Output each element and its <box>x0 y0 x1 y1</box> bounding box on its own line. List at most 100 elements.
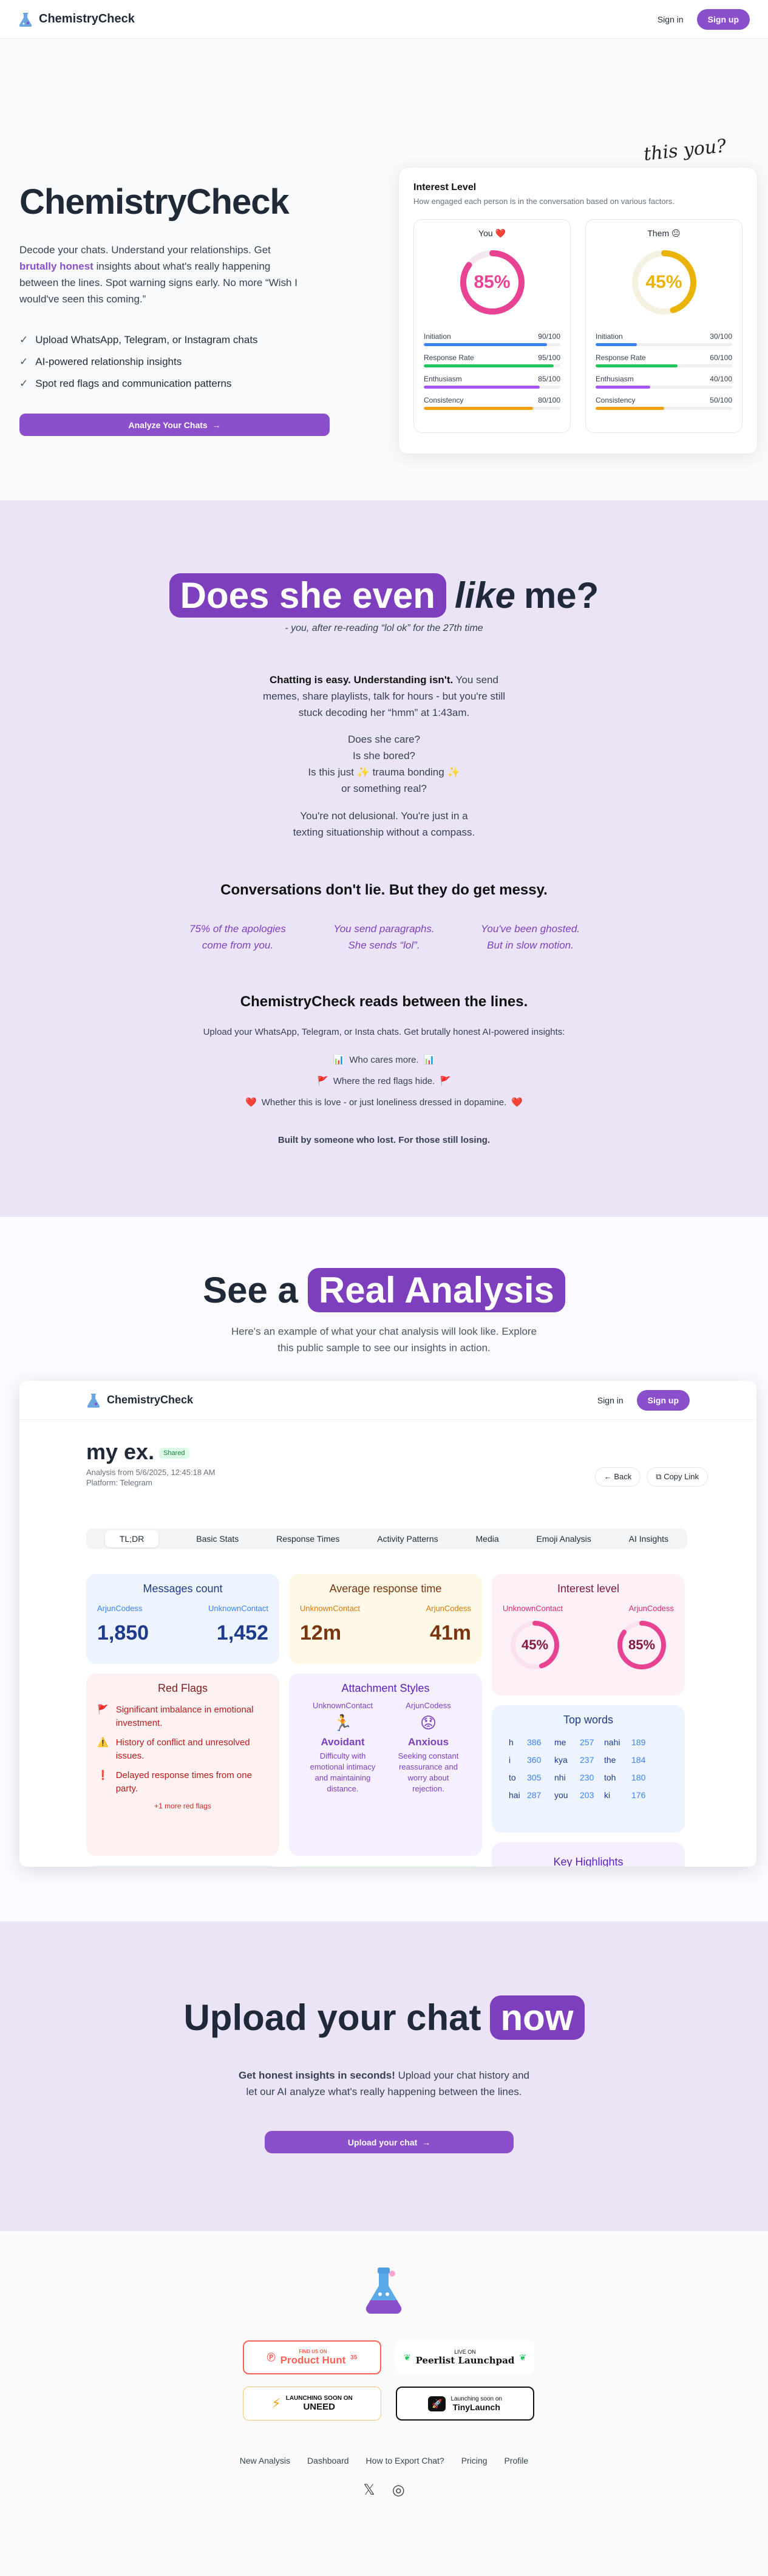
attachment-b: ArjunCodess 😟 Anxious Seeking constant r… <box>392 1701 465 1794</box>
word: kya <box>554 1755 568 1765</box>
tab-response-times[interactable]: Response Times <box>276 1534 339 1544</box>
upload-section: Upload your chat now Get honest insights … <box>0 1921 768 2231</box>
analysis-date: Analysis from 5/6/2025, 12:45:18 AM <box>86 1468 216 1477</box>
person-a-label: UnknownContact <box>503 1604 563 1613</box>
sample-browser-frame: ChemistryCheck Sign in Sign up my ex. Shar… <box>19 1381 756 1867</box>
warning-icon: ⚠️ <box>97 1737 109 1748</box>
metric-label: Consistency <box>424 396 464 404</box>
back-button[interactable]: ← Back <box>594 1467 641 1487</box>
hero-desc-part1: Decode your chats. Understand your relat… <box>19 244 271 256</box>
person-a-label: UnknownContact <box>300 1604 360 1613</box>
story-block-1: Chatting is easy. Understanding isn't. Y… <box>261 672 507 721</box>
tab-media[interactable]: Media <box>476 1534 499 1544</box>
brand[interactable]: ChemistryCheck <box>18 12 135 27</box>
word: toh <box>604 1773 616 1782</box>
signin-link[interactable]: Sign in <box>658 15 684 24</box>
heading-end: me? <box>523 575 599 616</box>
ring-percent: 85% <box>628 1637 656 1652</box>
word-count: 230 <box>580 1773 594 1782</box>
word-count: 189 <box>631 1737 646 1747</box>
heart-icon: ❤️ <box>511 1097 523 1108</box>
upload-rest: Upload your chat history and <box>395 2070 529 2081</box>
red-flag-item: ❗ Delayed response times from one party. <box>97 1769 268 1796</box>
product-hunt-badge[interactable]: Ⓟ FIND US ON Product Hunt 35 <box>243 2340 381 2374</box>
interest-person-them: Them 😐 45% Initiation 30/100 Response Rate… <box>585 219 743 433</box>
signup-button[interactable]: Sign up <box>636 1389 690 1411</box>
badge-top: FIND US ON <box>299 2348 327 2354</box>
story-closing: Built by someone who lost. For those sti… <box>277 1135 491 1145</box>
footer-link-export-chat[interactable]: How to Export Chat? <box>366 2456 444 2465</box>
signup-button[interactable]: Sign up <box>696 9 750 30</box>
analysis-title-text: my ex. <box>86 1439 155 1464</box>
upload-chat-button[interactable]: Upload your chat → <box>265 2131 514 2153</box>
tinylaunch-badge[interactable]: 🚀 Launching soon on TinyLaunch <box>396 2387 534 2421</box>
upload-chat-label: Upload your chat <box>347 2137 418 2147</box>
badge-main: TinyLaunch <box>452 2402 500 2412</box>
rocket-icon: 🚀 <box>428 2396 446 2411</box>
word: ki <box>604 1790 611 1800</box>
upload-heading-pill: now <box>489 1995 585 2040</box>
red-flag-icon: 🚩 <box>317 1076 328 1086</box>
messages-count-card: Messages count ArjunCodess UnknownContact… <box>86 1574 279 1664</box>
tab-basic-stats[interactable]: Basic Stats <box>196 1534 239 1544</box>
x-twitter-icon[interactable]: 𝕏 <box>363 2481 375 2499</box>
metric-bar <box>596 343 732 346</box>
sample-heading: See a Real Analysis <box>0 1268 768 1312</box>
copy-link-button[interactable]: ⧉ Copy Link <box>647 1467 708 1487</box>
story-quote: - you, after re-reading “lol ok” for the… <box>285 623 483 633</box>
exclamation-icon: ❗ <box>97 1770 109 1780</box>
story-line: Is she bored? <box>352 750 415 762</box>
word: me <box>554 1737 566 1747</box>
word-count: 237 <box>580 1755 594 1765</box>
attachment-styles-card: Attachment Styles UnknownContact 🏃 Avoid… <box>289 1674 482 1856</box>
footer-links: New Analysis Dashboard How to Export Cha… <box>0 2456 768 2465</box>
story-quote-item: 75% of the apologies come from you. <box>189 923 286 951</box>
insight-item: 🚩 Where the red flags hide. 🚩 <box>0 1071 768 1092</box>
product-hunt-icon: Ⓟ <box>267 2353 276 2362</box>
heart-icon: ❤️ <box>245 1097 257 1108</box>
red-flag-text: Delayed response times from one party. <box>115 1770 252 1794</box>
metric-bar <box>596 407 732 410</box>
analysis-title: my ex. Shared <box>86 1439 189 1465</box>
footer-link-dashboard[interactable]: Dashboard <box>307 2456 349 2465</box>
insight-item: 📊 Who cares more. 📊 <box>0 1049 768 1071</box>
peerlist-badge[interactable]: ❦ LIVE ON Peerlist Launchpad ❦ <box>396 2340 534 2374</box>
tab-ai-insights[interactable]: AI Insights <box>629 1534 668 1544</box>
word-count: 305 <box>527 1773 542 1782</box>
word-count: 360 <box>527 1755 542 1765</box>
metric-value: 50/100 <box>710 396 732 404</box>
story-heading: Does she even like me? <box>0 573 768 618</box>
red-flag-item: 🚩 Significant imbalance in emotional inve… <box>97 1703 268 1730</box>
red-flag-text: History of conflict and unresolved issue… <box>115 1737 250 1761</box>
signin-link[interactable]: Sign in <box>597 1395 624 1405</box>
insight-text: Whether this is love - or just lonelines… <box>261 1097 507 1108</box>
footer-link-pricing[interactable]: Pricing <box>461 2456 488 2465</box>
copy-icon: ⧉ <box>656 1472 662 1481</box>
sample-brand[interactable]: ChemistryCheck <box>86 1392 193 1408</box>
footer-link-new-analysis[interactable]: New Analysis <box>240 2456 290 2465</box>
metric-bar <box>424 386 560 389</box>
more-red-flags-link[interactable]: +1 more red flags <box>97 1802 268 1810</box>
tab-activity-patterns[interactable]: Activity Patterns <box>377 1534 438 1544</box>
flask-logo-icon <box>86 1392 101 1408</box>
hero-title: ChemistryCheck <box>19 182 290 222</box>
person-b-time: 41m <box>429 1621 471 1644</box>
sample-sub-line: this public sample to see our insights i… <box>277 1342 491 1354</box>
word: hai <box>509 1790 520 1800</box>
github-icon[interactable]: ◎ <box>392 2481 405 2499</box>
card-title: Attachment Styles <box>341 1682 430 1694</box>
footer-link-profile[interactable]: Profile <box>505 2456 529 2465</box>
feature-checklist: Upload WhatsApp, Telegram, or Instagram … <box>19 329 257 395</box>
analyze-chats-button[interactable]: Analyze Your Chats → <box>19 414 330 436</box>
card-peek <box>86 1866 279 1867</box>
tab-tldr[interactable]: TL;DR <box>104 1530 159 1547</box>
upload-bold: Get honest insights in seconds! <box>239 2070 395 2081</box>
interest-ring-a: 45% <box>509 1619 561 1671</box>
analyze-chats-label: Analyze Your Chats <box>128 420 208 430</box>
chart-icon: 📊 <box>423 1055 435 1065</box>
hero-description: Decode your chats. Understand your relat… <box>19 242 299 307</box>
tab-emoji-analysis[interactable]: Emoji Analysis <box>537 1534 591 1544</box>
uneed-badge[interactable]: ⚡ LAUNCHING SOON ON UNEED <box>243 2387 381 2421</box>
metric-row: Enthusiasm 40/100 <box>596 375 732 383</box>
card-title: Average response time <box>329 1583 442 1595</box>
